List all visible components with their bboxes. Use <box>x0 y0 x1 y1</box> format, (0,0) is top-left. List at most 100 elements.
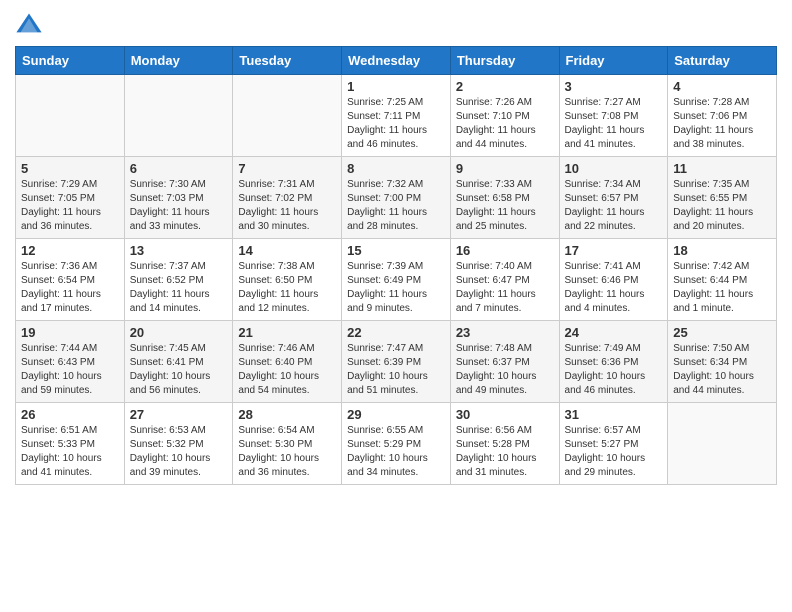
day-number: 31 <box>565 407 663 422</box>
calendar-day-cell: 21 Sunrise: 7:46 AM Sunset: 6:40 PM Dayli… <box>233 321 342 403</box>
day-info: Sunrise: 6:53 AM Sunset: 5:32 PM Dayligh… <box>130 424 228 480</box>
calendar-day-cell: 24 Sunrise: 7:49 AM Sunset: 6:36 PM Dayli… <box>559 321 668 403</box>
day-number: 3 <box>565 79 663 94</box>
calendar-day-cell: 25 Sunrise: 7:50 AM Sunset: 6:34 PM Dayli… <box>668 321 777 403</box>
calendar-day-cell: 18 Sunrise: 7:42 AM Sunset: 6:44 PM Dayli… <box>668 239 777 321</box>
calendar-day-cell: 31 Sunrise: 6:57 AM Sunset: 5:27 PM Dayli… <box>559 403 668 485</box>
day-of-week-header: Monday <box>124 47 233 75</box>
calendar-week-row: 19 Sunrise: 7:44 AM Sunset: 6:43 PM Dayli… <box>16 321 777 403</box>
day-info: Sunrise: 7:27 AM Sunset: 7:08 PM Dayligh… <box>565 96 663 152</box>
calendar-day-cell: 5 Sunrise: 7:29 AM Sunset: 7:05 PM Daylig… <box>16 157 125 239</box>
day-info: Sunrise: 7:38 AM Sunset: 6:50 PM Dayligh… <box>238 260 336 316</box>
calendar-week-row: 12 Sunrise: 7:36 AM Sunset: 6:54 PM Dayli… <box>16 239 777 321</box>
day-number: 20 <box>130 325 228 340</box>
calendar-day-cell: 19 Sunrise: 7:44 AM Sunset: 6:43 PM Dayli… <box>16 321 125 403</box>
day-info: Sunrise: 7:39 AM Sunset: 6:49 PM Dayligh… <box>347 260 445 316</box>
day-of-week-header: Sunday <box>16 47 125 75</box>
day-info: Sunrise: 7:47 AM Sunset: 6:39 PM Dayligh… <box>347 342 445 398</box>
day-info: Sunrise: 7:30 AM Sunset: 7:03 PM Dayligh… <box>130 178 228 234</box>
calendar-day-cell: 28 Sunrise: 6:54 AM Sunset: 5:30 PM Dayli… <box>233 403 342 485</box>
logo-icon <box>15 10 43 38</box>
day-number: 23 <box>456 325 554 340</box>
day-info: Sunrise: 7:42 AM Sunset: 6:44 PM Dayligh… <box>673 260 771 316</box>
calendar-day-cell: 4 Sunrise: 7:28 AM Sunset: 7:06 PM Daylig… <box>668 75 777 157</box>
day-number: 17 <box>565 243 663 258</box>
page-header <box>15 10 777 38</box>
day-number: 27 <box>130 407 228 422</box>
calendar-day-cell: 8 Sunrise: 7:32 AM Sunset: 7:00 PM Daylig… <box>342 157 451 239</box>
day-info: Sunrise: 7:48 AM Sunset: 6:37 PM Dayligh… <box>456 342 554 398</box>
day-number: 1 <box>347 79 445 94</box>
day-of-week-header: Thursday <box>450 47 559 75</box>
day-number: 5 <box>21 161 119 176</box>
day-info: Sunrise: 6:56 AM Sunset: 5:28 PM Dayligh… <box>456 424 554 480</box>
day-info: Sunrise: 6:55 AM Sunset: 5:29 PM Dayligh… <box>347 424 445 480</box>
calendar-day-cell: 17 Sunrise: 7:41 AM Sunset: 6:46 PM Dayli… <box>559 239 668 321</box>
calendar-day-cell: 3 Sunrise: 7:27 AM Sunset: 7:08 PM Daylig… <box>559 75 668 157</box>
day-number: 26 <box>21 407 119 422</box>
day-info: Sunrise: 7:26 AM Sunset: 7:10 PM Dayligh… <box>456 96 554 152</box>
day-info: Sunrise: 7:31 AM Sunset: 7:02 PM Dayligh… <box>238 178 336 234</box>
day-info: Sunrise: 7:50 AM Sunset: 6:34 PM Dayligh… <box>673 342 771 398</box>
day-number: 19 <box>21 325 119 340</box>
day-info: Sunrise: 7:28 AM Sunset: 7:06 PM Dayligh… <box>673 96 771 152</box>
day-info: Sunrise: 7:25 AM Sunset: 7:11 PM Dayligh… <box>347 96 445 152</box>
day-number: 4 <box>673 79 771 94</box>
day-info: Sunrise: 7:33 AM Sunset: 6:58 PM Dayligh… <box>456 178 554 234</box>
day-info: Sunrise: 7:40 AM Sunset: 6:47 PM Dayligh… <box>456 260 554 316</box>
calendar-table: SundayMondayTuesdayWednesdayThursdayFrid… <box>15 46 777 485</box>
calendar-week-row: 1 Sunrise: 7:25 AM Sunset: 7:11 PM Daylig… <box>16 75 777 157</box>
day-info: Sunrise: 7:29 AM Sunset: 7:05 PM Dayligh… <box>21 178 119 234</box>
calendar-day-cell: 20 Sunrise: 7:45 AM Sunset: 6:41 PM Dayli… <box>124 321 233 403</box>
calendar-day-cell: 23 Sunrise: 7:48 AM Sunset: 6:37 PM Dayli… <box>450 321 559 403</box>
calendar-day-cell: 29 Sunrise: 6:55 AM Sunset: 5:29 PM Dayli… <box>342 403 451 485</box>
calendar-week-row: 5 Sunrise: 7:29 AM Sunset: 7:05 PM Daylig… <box>16 157 777 239</box>
day-number: 30 <box>456 407 554 422</box>
day-info: Sunrise: 7:37 AM Sunset: 6:52 PM Dayligh… <box>130 260 228 316</box>
day-number: 9 <box>456 161 554 176</box>
calendar-day-cell: 14Sunrise: 7:38 AM Sunset: 6:50 PM Dayli… <box>233 239 342 321</box>
calendar-header-row: SundayMondayTuesdayWednesdayThursdayFrid… <box>16 47 777 75</box>
day-info: Sunrise: 7:36 AM Sunset: 6:54 PM Dayligh… <box>21 260 119 316</box>
logo <box>15 10 47 38</box>
day-number: 7 <box>238 161 336 176</box>
day-info: Sunrise: 7:44 AM Sunset: 6:43 PM Dayligh… <box>21 342 119 398</box>
calendar-day-cell: 9 Sunrise: 7:33 AM Sunset: 6:58 PM Daylig… <box>450 157 559 239</box>
day-number: 24 <box>565 325 663 340</box>
day-info: Sunrise: 7:45 AM Sunset: 6:41 PM Dayligh… <box>130 342 228 398</box>
calendar-day-cell: 12 Sunrise: 7:36 AM Sunset: 6:54 PM Dayli… <box>16 239 125 321</box>
calendar-day-cell: 13Sunrise: 7:37 AM Sunset: 6:52 PM Dayli… <box>124 239 233 321</box>
day-number: 22 <box>347 325 445 340</box>
calendar-day-cell: 15 Sunrise: 7:39 AM Sunset: 6:49 PM Dayli… <box>342 239 451 321</box>
day-number: 15 <box>347 243 445 258</box>
day-number: 28 <box>238 407 336 422</box>
day-info: Sunrise: 7:32 AM Sunset: 7:00 PM Dayligh… <box>347 178 445 234</box>
calendar-day-cell <box>233 75 342 157</box>
day-of-week-header: Wednesday <box>342 47 451 75</box>
day-number: 8 <box>347 161 445 176</box>
calendar-day-cell <box>668 403 777 485</box>
day-info: Sunrise: 7:41 AM Sunset: 6:46 PM Dayligh… <box>565 260 663 316</box>
day-number: 11 <box>673 161 771 176</box>
day-info: Sunrise: 6:54 AM Sunset: 5:30 PM Dayligh… <box>238 424 336 480</box>
calendar-day-cell: 27 Sunrise: 6:53 AM Sunset: 5:32 PM Dayli… <box>124 403 233 485</box>
calendar-day-cell: 1 Sunrise: 7:25 AM Sunset: 7:11 PM Daylig… <box>342 75 451 157</box>
calendar-day-cell: 11 Sunrise: 7:35 AM Sunset: 6:55 PM Dayli… <box>668 157 777 239</box>
day-info: Sunrise: 7:35 AM Sunset: 6:55 PM Dayligh… <box>673 178 771 234</box>
day-number: 25 <box>673 325 771 340</box>
day-info: Sunrise: 7:46 AM Sunset: 6:40 PM Dayligh… <box>238 342 336 398</box>
day-info: Sunrise: 6:51 AM Sunset: 5:33 PM Dayligh… <box>21 424 119 480</box>
day-info: Sunrise: 6:57 AM Sunset: 5:27 PM Dayligh… <box>565 424 663 480</box>
day-of-week-header: Friday <box>559 47 668 75</box>
day-number: 29 <box>347 407 445 422</box>
day-number: 6 <box>130 161 228 176</box>
calendar-day-cell <box>16 75 125 157</box>
calendar-day-cell: 26 Sunrise: 6:51 AM Sunset: 5:33 PM Dayli… <box>16 403 125 485</box>
day-info: Sunrise: 7:49 AM Sunset: 6:36 PM Dayligh… <box>565 342 663 398</box>
calendar-day-cell: 30 Sunrise: 6:56 AM Sunset: 5:28 PM Dayli… <box>450 403 559 485</box>
calendar-day-cell: 22 Sunrise: 7:47 AM Sunset: 6:39 PM Dayli… <box>342 321 451 403</box>
day-number: 12 <box>21 243 119 258</box>
calendar-day-cell <box>124 75 233 157</box>
day-number: 18 <box>673 243 771 258</box>
day-number: 21 <box>238 325 336 340</box>
